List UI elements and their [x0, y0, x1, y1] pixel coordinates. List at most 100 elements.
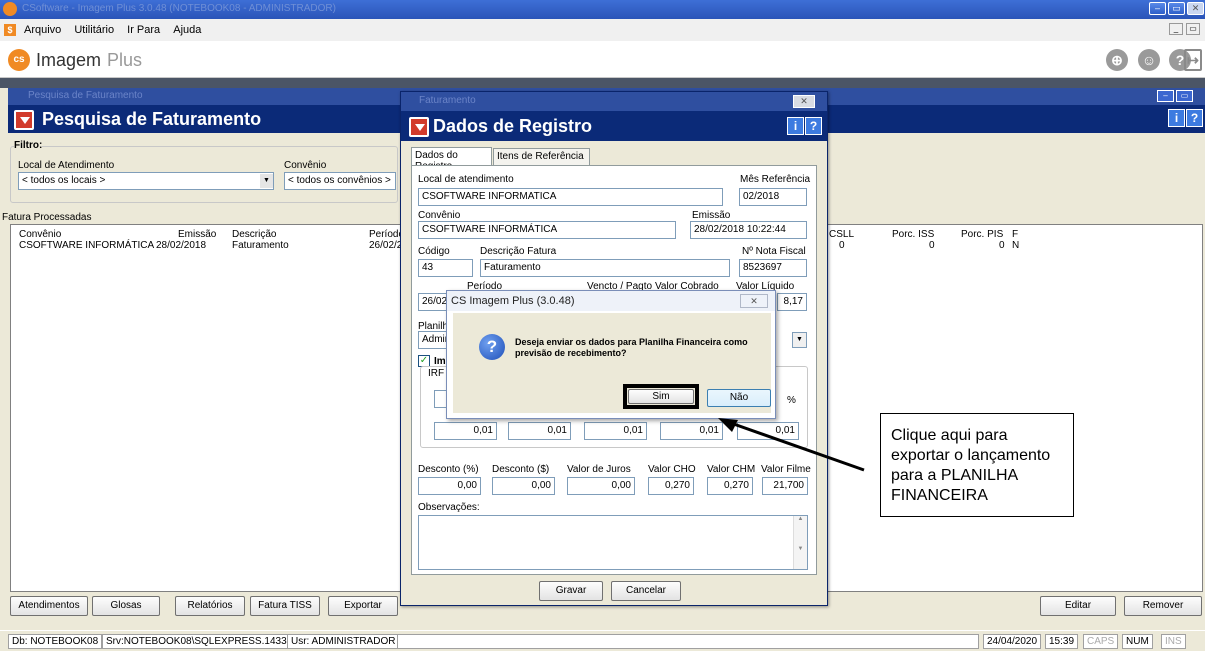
brand-logo: cs [8, 49, 30, 71]
local-dropdown-icon[interactable]: ▼ [260, 174, 273, 188]
message-text: Deseja enviar os dados para Planilha Fin… [515, 337, 748, 358]
registro-header-band: Dados de Registro i? [401, 111, 827, 141]
main-maximize-button[interactable]: ▭ [1176, 90, 1193, 102]
status-date: 24/04/2020 [983, 634, 1042, 649]
planilha-dropdown-icon[interactable]: ▼ [792, 332, 807, 348]
mdi-background [0, 78, 1205, 88]
reg-descricao-label: Descrição Fatura [480, 246, 557, 257]
reg-codigo-label: Código [418, 246, 450, 257]
gravar-button[interactable]: Gravar [539, 581, 603, 601]
question-mark-icon: ? [479, 334, 505, 360]
minimize-button[interactable]: – [1149, 2, 1166, 15]
reg-nf-label: Nº Nota Fiscal [742, 246, 806, 257]
app-title-bar: CSoftware - Imagem Plus 3.0.48 (NOTEBOOK… [0, 0, 1205, 19]
registro-close-button[interactable]: ✕ [793, 95, 815, 108]
main-window-title: Pesquisa de Faturamento [28, 90, 143, 101]
juros-field[interactable]: 0,00 [567, 477, 635, 495]
relatorios-button[interactable]: Relatórios [175, 596, 245, 616]
main-help-icons[interactable]: i? [1168, 109, 1204, 129]
tab-itens-referencia[interactable]: Itens de Referência [493, 148, 590, 166]
menu-bar: $ Arquivo Utilitário Ir Para Ajuda _ ▭ [0, 19, 1205, 41]
cell-porc-pis: 0 [999, 240, 1005, 251]
info-icon[interactable]: i [1168, 109, 1185, 127]
cell-emissao: 28/02/2018 [156, 240, 207, 251]
status-num: NUM [1122, 634, 1153, 649]
cell-f: N [1012, 240, 1020, 251]
reg-codigo-field[interactable]: 43 [418, 259, 473, 277]
cell-convenio: CSOFTWARE INFORMÁTICA [19, 240, 155, 251]
globe-icon[interactable]: ⊕ [1106, 49, 1128, 71]
juros-label: Valor de Juros [567, 464, 631, 475]
menu-arquivo[interactable]: Arquivo [24, 24, 61, 36]
convenio-label: Convênio [284, 160, 327, 171]
status-blank [397, 634, 979, 649]
exportar-button[interactable]: Exportar [328, 596, 398, 616]
registro-info-icon[interactable]: i [787, 117, 804, 135]
status-db: Db: NOTEBOOK08 [8, 634, 103, 649]
tax-field-3[interactable]: 0,01 [584, 422, 647, 440]
callout-text: Clique aqui para exportar o lançamento p… [891, 427, 1051, 504]
desconto-pct-label: Desconto (%) [418, 464, 479, 475]
registro-dialog-title-bar: Faturamento ✕ [401, 92, 827, 111]
cell-descricao: Faturamento [232, 240, 289, 251]
app-title: CSoftware - Imagem Plus 3.0.48 (NOTEBOOK… [22, 3, 336, 14]
exit-icon[interactable]: ↦ [1184, 49, 1202, 71]
menu-ajuda[interactable]: Ajuda [173, 24, 201, 36]
main-header-title: Pesquisa de Faturamento [42, 109, 262, 129]
reg-mes-label: Mês Referência [740, 174, 811, 185]
obs-textarea[interactable]: ▲ ▼ [418, 515, 808, 570]
cancelar-button[interactable]: Cancelar [611, 581, 681, 601]
message-box-title: CS Imagem Plus (3.0.48) [451, 295, 575, 307]
desconto-val-field[interactable]: 0,00 [492, 477, 555, 495]
status-time: 15:39 [1045, 634, 1079, 649]
irrf-label: IRF [428, 368, 445, 379]
sim-button[interactable]: Sim [628, 389, 694, 404]
filter-label: Filtro: [14, 140, 43, 151]
menu-ir-para[interactable]: Ir Para [127, 24, 160, 36]
menu-utilitario[interactable]: Utilitário [74, 24, 114, 36]
reg-local-field[interactable]: CSOFTWARE INFORMATICA [418, 188, 723, 206]
reg-liquido-field[interactable]: 8,17 [777, 293, 807, 311]
reg-descricao-field[interactable]: Faturamento [480, 259, 730, 277]
editar-button[interactable]: Editar [1040, 596, 1116, 616]
registro-header-title: Dados de Registro [433, 116, 593, 136]
reg-emissao-field[interactable]: 28/02/2018 10:22:44 [690, 221, 807, 239]
app-icon [3, 2, 17, 16]
cell-periodo: 26/02/2 [369, 240, 403, 251]
close-button[interactable]: ✕ [1187, 2, 1204, 15]
status-ins: INS [1161, 634, 1186, 649]
message-box-close-button[interactable]: ✕ [740, 294, 768, 308]
obs-scrollbar[interactable]: ▲ ▼ [793, 516, 807, 569]
tab-dados-registro[interactable]: Dados do Registro [411, 147, 492, 172]
reg-mes-field[interactable]: 02/2018 [739, 188, 807, 206]
obs-label: Observações: [418, 502, 480, 513]
reg-emissao-label: Emissão [692, 210, 731, 221]
status-srv: Srv:NOTEBOOK08\SQLEXPRESS.1433 [102, 634, 291, 649]
reg-nf-field[interactable]: 8523697 [739, 259, 807, 277]
tax-field-2[interactable]: 0,01 [508, 422, 571, 440]
fatura-tiss-button[interactable]: Fatura TISS [250, 596, 320, 616]
convenio-select[interactable]: < todos os convênios > [284, 172, 396, 190]
brand-suffix: Plus [107, 50, 143, 70]
atendimentos-button[interactable]: Atendimentos [10, 596, 88, 616]
status-usr: Usr: ADMINISTRADOR [287, 634, 400, 649]
desconto-pct-field[interactable]: 0,00 [418, 477, 481, 495]
local-select[interactable]: < todos os locais > [18, 172, 274, 190]
user-icon[interactable]: ☺ [1138, 49, 1160, 71]
restore-button[interactable]: ▭ [1168, 2, 1185, 15]
reg-convenio-field[interactable]: CSOFTWARE INFORMÁTICA [418, 221, 676, 239]
cell-porc-iss: 0 [929, 240, 935, 251]
registro-question-icon[interactable]: ? [805, 117, 822, 135]
glosas-button[interactable]: Glosas [92, 596, 160, 616]
main-minimize-button[interactable]: – [1157, 90, 1174, 102]
cho-field[interactable]: 0,270 [648, 477, 694, 495]
tax-field-1[interactable]: 0,01 [434, 422, 497, 440]
message-box-body: ? Deseja enviar os dados para Planilha F… [453, 313, 771, 413]
remover-button[interactable]: Remover [1124, 596, 1202, 616]
mdi-restore-button[interactable]: ▭ [1186, 23, 1200, 35]
brand-bar: cs Imagem Plus ⊕ ☺ ? ↦ [0, 41, 1205, 78]
registro-help-icons[interactable]: i? [787, 117, 823, 137]
mdi-minimize-button[interactable]: _ [1169, 23, 1183, 35]
question-icon[interactable]: ? [1186, 109, 1203, 127]
app-menu-icon: $ [4, 24, 16, 36]
